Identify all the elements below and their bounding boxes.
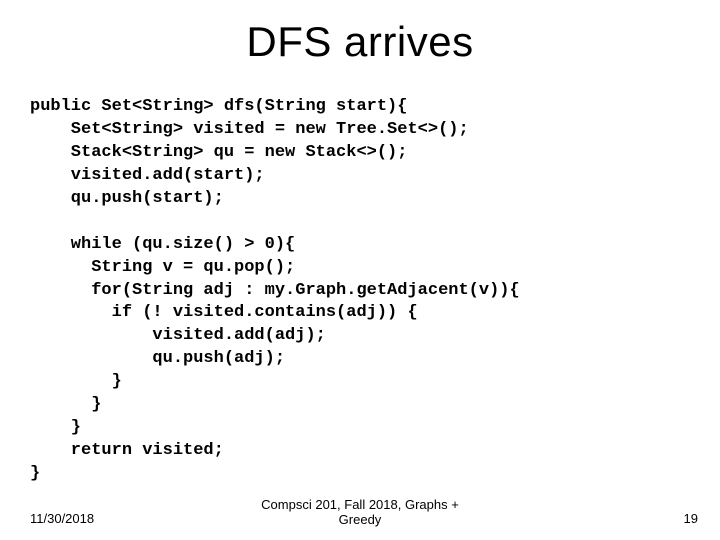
- code-line: qu.push(start);: [30, 189, 224, 208]
- code-line: String v = qu.pop();: [30, 258, 295, 277]
- code-line: for(String adj : my.Graph.getAdjacent(v)…: [30, 281, 520, 300]
- footer-center: Compsci 201, Fall 2018, Graphs + Greedy: [0, 497, 720, 528]
- code-line: }: [30, 418, 81, 437]
- footer-center-line2: Greedy: [339, 512, 382, 527]
- code-line: if (! visited.contains(adj)) {: [30, 303, 418, 322]
- slide: DFS arrives public Set<String> dfs(Strin…: [0, 0, 720, 540]
- code-line: visited.add(adj);: [30, 326, 326, 345]
- slide-title: DFS arrives: [0, 18, 720, 66]
- code-block: public Set<String> dfs(String start){ Se…: [30, 96, 520, 486]
- code-line: Stack<String> qu = new Stack<>();: [30, 143, 407, 162]
- code-line: }: [30, 395, 101, 414]
- code-line: }: [30, 464, 40, 483]
- code-line: }: [30, 372, 122, 391]
- code-line: qu.push(adj);: [30, 349, 285, 368]
- code-line: return visited;: [30, 441, 224, 460]
- code-line: while (qu.size() > 0){: [30, 235, 295, 254]
- code-line: visited.add(start);: [30, 166, 265, 185]
- footer-center-line1: Compsci 201, Fall 2018, Graphs +: [261, 497, 459, 512]
- code-line: Set<String> visited = new Tree.Set<>();: [30, 120, 469, 139]
- page-number: 19: [684, 511, 698, 526]
- code-line: public Set<String> dfs(String start){: [30, 97, 407, 116]
